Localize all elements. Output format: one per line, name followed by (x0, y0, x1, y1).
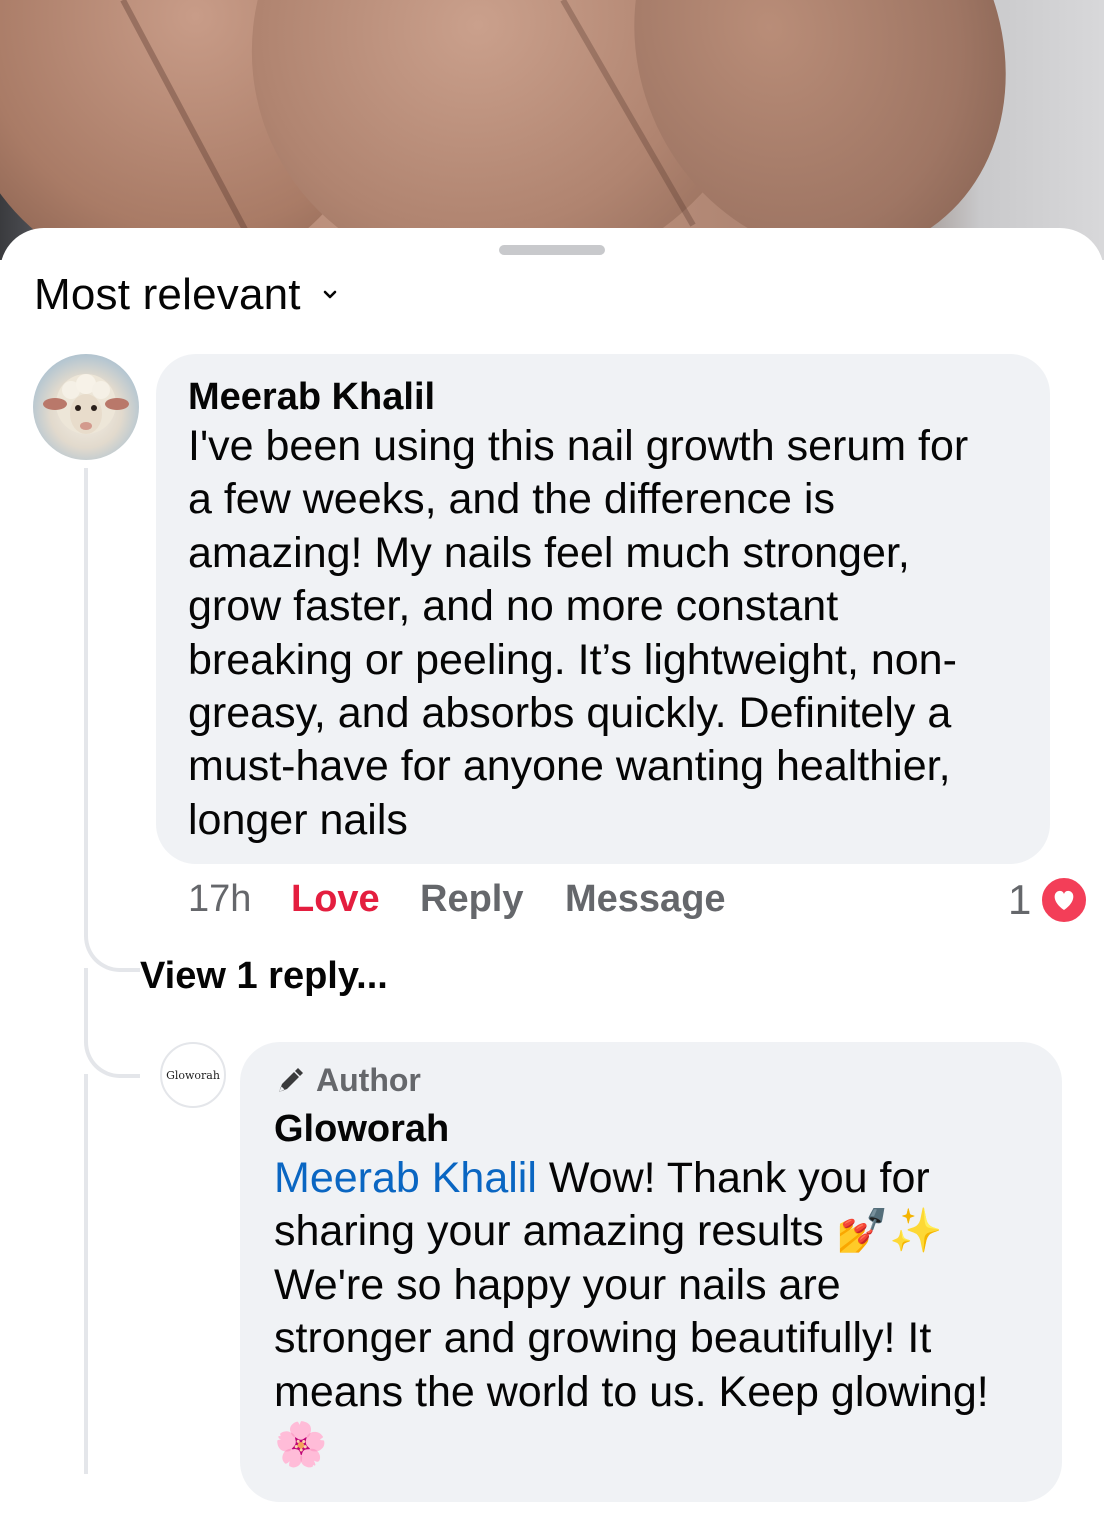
message-button[interactable]: Message (565, 878, 726, 921)
reaction-count[interactable]: 1 (1008, 876, 1031, 924)
comment-bubble[interactable]: Meerab Khalil I've been using this nail … (156, 354, 1050, 864)
post-photo-background (0, 0, 1104, 260)
sheep-avatar-image (43, 374, 129, 434)
reply-text: Meerab Khalil Wow! Thank you for sharing… (274, 1152, 989, 1472)
comment-line: amazing! My nails feel much stronger, (188, 528, 910, 577)
reply-line: means the world to us. Keep glowing! (274, 1367, 989, 1416)
heart-icon[interactable] (1040, 876, 1088, 924)
thread-line (84, 968, 140, 1078)
author-badge: Author (274, 1062, 421, 1099)
view-replies-link[interactable]: View 1 reply... (140, 955, 388, 998)
reply-line: sharing your amazing results 💅✨ (274, 1207, 943, 1256)
author-badge-label: Author (316, 1062, 421, 1098)
reply-line: 🌸 (274, 1421, 328, 1470)
chevron-down-icon (323, 290, 337, 299)
reply-button[interactable]: Reply (420, 878, 523, 921)
reply-line: Meerab Khalil Wow! Thank you for (274, 1152, 989, 1205)
sort-label: Most relevant (34, 270, 301, 319)
thread-line (84, 1074, 88, 1474)
reply-line: stronger and growing beautifully! It (274, 1314, 932, 1363)
sheet-grabber-handle[interactable] (499, 245, 605, 255)
reply-author-name[interactable]: Gloworah (274, 1108, 449, 1151)
avatar[interactable]: Gloworah (160, 1042, 226, 1108)
comment-line: must-have for anyone wanting healthier, (188, 742, 951, 791)
reply-bubble[interactable]: Author Gloworah Meerab Khalil Wow! Thank… (240, 1042, 1062, 1502)
comment-author-name[interactable]: Meerab Khalil (188, 376, 435, 419)
pen-icon (279, 1067, 303, 1092)
comment-timestamp[interactable]: 17h (188, 878, 251, 921)
comment-line: breaking or peeling. It’s lightweight, n… (188, 635, 957, 684)
love-reaction-button[interactable]: Love (291, 878, 380, 921)
mention-link[interactable]: Meerab Khalil (274, 1154, 537, 1202)
thread-line (84, 468, 140, 972)
avatar[interactable] (33, 354, 139, 460)
reply-line-text: Wow! Thank you for (536, 1154, 930, 1202)
avatar-logo-text: Gloworah (166, 1068, 220, 1082)
comment-line: grow faster, and no more constant (188, 582, 839, 631)
comment-line: longer nails (188, 795, 408, 844)
heart-glyph (1054, 890, 1074, 910)
sort-dropdown[interactable]: Most relevant (34, 270, 341, 320)
comment-text: I've been using this nail growth serum f… (188, 420, 968, 847)
comment-line: greasy, and absorbs quickly. Definitely … (188, 689, 952, 738)
comment-line: I've been using this nail growth serum f… (188, 422, 969, 470)
comment-line: a few weeks, and the difference is (188, 475, 835, 524)
reply-line: We're so happy your nails are (274, 1260, 841, 1309)
